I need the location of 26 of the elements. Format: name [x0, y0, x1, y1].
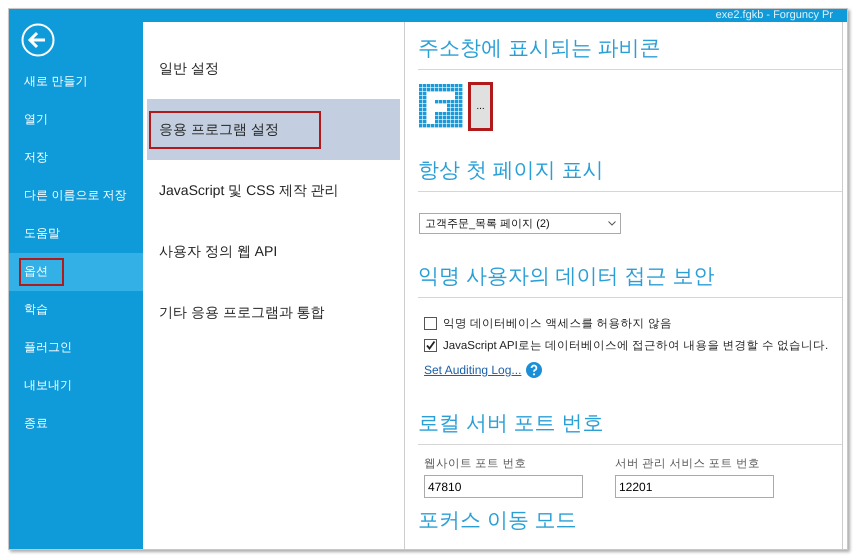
port-field[interactable]: 12201	[615, 475, 774, 498]
category-item[interactable]: 기타 응용 프로그램과 통합	[147, 282, 400, 343]
checkbox-label: JavaScript API로는 데이터베이스에 접근하여 내용을 변경할 수 없습니다.	[443, 339, 828, 353]
favicon-icon	[419, 84, 463, 128]
back-icon[interactable]	[21, 23, 55, 57]
field-label: 서버 관리 서비스 포트 번호	[615, 457, 761, 471]
section-heading: 로컬 서버 포트 번호	[418, 397, 842, 445]
auditing-log-link[interactable]: Set Auditing Log...	[424, 363, 522, 377]
chevron-icon	[608, 221, 616, 226]
category-item[interactable]: 일반 설정	[147, 38, 400, 99]
help-icon[interactable]	[526, 362, 542, 378]
field-label: 웹사이트 포트 번호	[424, 457, 528, 471]
checkbox[interactable]	[424, 339, 437, 352]
checkbox[interactable]	[424, 317, 437, 330]
checkbox-label: 익명 데이터베이스 액세스를 허용하지 않음	[443, 317, 672, 331]
category-item[interactable]: JavaScript 및 CSS 제작 관리	[147, 160, 400, 221]
section-heading: 익명 사용자의 데이터 접근 보안	[418, 250, 842, 298]
category-item[interactable]: 사용자 정의 웹 API	[147, 221, 400, 282]
browse-button[interactable]: ...	[468, 82, 493, 131]
section-heading: 항상 첫 페이지 표시	[418, 144, 842, 192]
page-dropdown[interactable]: 고객주문_목록 페이지 (2)	[419, 213, 621, 234]
category-item[interactable]: 응용 프로그램 설정	[147, 99, 400, 160]
window-title: exe2.fgkb - Forguncy Pr	[716, 9, 833, 22]
section-heading: 주소창에 표시되는 파비콘	[418, 22, 842, 70]
section-heading: 포커스 이동 모드	[418, 508, 578, 534]
port-field[interactable]: 47810	[424, 475, 583, 498]
